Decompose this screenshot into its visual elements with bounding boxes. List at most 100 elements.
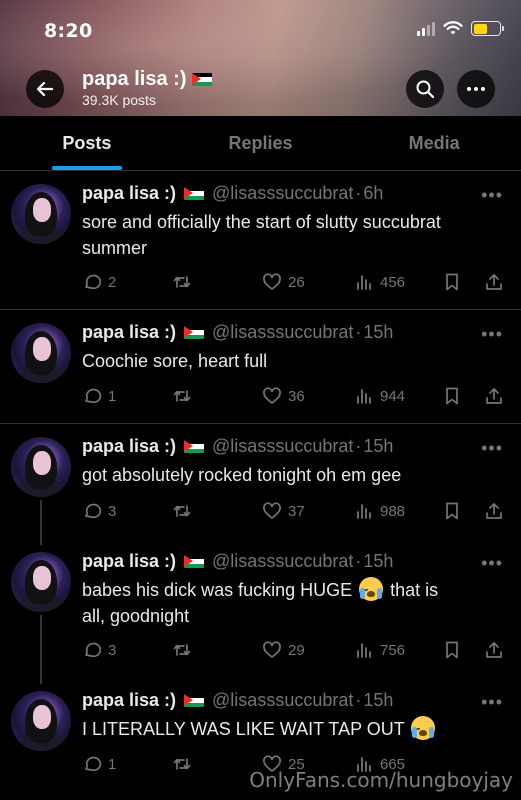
post-header: papa lisa :) @lisasssuccubrat · 15h: [82, 436, 394, 457]
like-button[interactable]: 29: [262, 640, 305, 660]
post-text: I LITERALLY WAS LIKE WAIT TAP OUT: [82, 716, 502, 742]
post-author-name[interactable]: papa lisa :): [82, 551, 176, 572]
avatar[interactable]: [11, 323, 71, 383]
like-button[interactable]: 36: [262, 386, 305, 406]
views-button[interactable]: 456: [354, 272, 405, 292]
like-button[interactable]: 37: [262, 501, 305, 521]
reply-button[interactable]: 2: [82, 272, 116, 292]
post-handle[interactable]: @lisasssuccubrat: [212, 322, 353, 343]
post-time[interactable]: 15h: [363, 690, 393, 711]
post-text-line: summer: [82, 238, 148, 258]
like-count: 36: [288, 387, 305, 405]
repost-button[interactable]: [172, 272, 198, 292]
post-more-icon[interactable]: •••: [481, 438, 503, 459]
status-bar: 8:20: [0, 0, 521, 58]
post-handle[interactable]: @lisasssuccubrat: [212, 436, 353, 457]
post-header: papa lisa :) @lisasssuccubrat · 6h: [82, 183, 384, 204]
post-text-line: babes his dick was fucking HUGE: [82, 580, 353, 600]
repost-button[interactable]: [172, 640, 198, 660]
repost-icon: [173, 276, 191, 288]
reply-button[interactable]: 1: [82, 754, 116, 774]
bookmark-icon: [446, 502, 458, 520]
battery-icon: [471, 21, 504, 36]
views-count: 944: [380, 387, 406, 405]
post-more-icon[interactable]: •••: [481, 324, 503, 345]
post-more-icon[interactable]: •••: [481, 553, 503, 574]
post-text-line: all, goodnight: [82, 606, 190, 626]
post-handle[interactable]: @lisasssuccubrat: [212, 551, 353, 572]
post-text: got absolutely rocked tonight oh em gee: [82, 462, 502, 488]
post-text: babes his dick was fucking HUGE that is …: [82, 577, 502, 629]
repost-icon: [173, 505, 191, 517]
post-time[interactable]: 15h: [363, 551, 393, 572]
repost-button[interactable]: [172, 501, 198, 521]
post-item[interactable]: papa lisa :) @lisasssuccubrat · 15h ••• …: [0, 539, 521, 684]
post-handle[interactable]: @lisasssuccubrat: [212, 183, 353, 204]
share-icon: [486, 388, 502, 404]
post-text-line: that is: [390, 580, 439, 600]
reply-count: 1: [108, 755, 117, 773]
repost-icon: [173, 758, 191, 770]
bookmark-button[interactable]: [442, 501, 462, 521]
post-author-name[interactable]: papa lisa :): [82, 436, 176, 457]
bookmark-icon: [446, 273, 458, 291]
views-icon: [357, 389, 371, 404]
like-icon: [263, 387, 281, 404]
tab-media[interactable]: Media: [347, 116, 521, 170]
post-text-line: I LITERALLY WAS LIKE WAIT TAP OUT: [82, 719, 405, 739]
avatar[interactable]: [11, 184, 71, 244]
like-icon: [263, 502, 281, 519]
bookmark-button[interactable]: [442, 272, 462, 292]
post-author-name[interactable]: papa lisa :): [82, 690, 176, 711]
post-handle[interactable]: @lisasssuccubrat: [212, 690, 353, 711]
like-icon: [263, 641, 281, 658]
avatar[interactable]: [11, 437, 71, 497]
wifi-icon: [443, 21, 463, 35]
search-button[interactable]: [406, 70, 444, 108]
flag-emoji-icon: [184, 440, 205, 453]
reply-button[interactable]: 1: [82, 386, 116, 406]
bookmark-button[interactable]: [442, 386, 462, 406]
post-item[interactable]: papa lisa :) @lisasssuccubrat · 6h ••• s…: [0, 171, 521, 310]
share-button[interactable]: [484, 386, 504, 406]
avatar[interactable]: [11, 691, 71, 751]
share-button[interactable]: [484, 272, 504, 292]
reply-icon: [85, 274, 102, 290]
profile-nav: papa lisa :) 39.3K posts: [0, 68, 521, 110]
share-button[interactable]: [484, 640, 504, 660]
tab-replies[interactable]: Replies: [174, 116, 348, 170]
bookmark-button[interactable]: [442, 640, 462, 660]
repost-button[interactable]: [172, 754, 198, 774]
post-author-name[interactable]: papa lisa :): [82, 183, 176, 204]
post-actions: 3 37 988: [82, 501, 502, 523]
profile-header: 8:20 papa lisa :) 39.3K posts: [0, 0, 521, 116]
watermark: OnlyFans.com/hungboyjay: [249, 768, 513, 792]
like-count: 29: [288, 641, 305, 659]
post-author-name[interactable]: papa lisa :): [82, 322, 176, 343]
thread-line: [40, 615, 42, 684]
post-more-icon[interactable]: •••: [481, 692, 503, 713]
post-item[interactable]: papa lisa :) @lisasssuccubrat · 15h ••• …: [0, 310, 521, 424]
profile-name-text: papa lisa :): [82, 68, 187, 90]
more-button[interactable]: [457, 70, 495, 108]
views-button[interactable]: 944: [354, 386, 405, 406]
share-button[interactable]: [484, 501, 504, 521]
crying-emoji-icon: [411, 716, 436, 740]
avatar[interactable]: [11, 552, 71, 612]
views-button[interactable]: 988: [354, 501, 405, 521]
repost-button[interactable]: [172, 386, 198, 406]
post-time[interactable]: 15h: [363, 322, 393, 343]
reply-button[interactable]: 3: [82, 501, 116, 521]
post-time[interactable]: 15h: [363, 436, 393, 457]
like-count: 37: [288, 502, 305, 520]
tab-posts[interactable]: Posts: [0, 116, 174, 170]
views-button[interactable]: 756: [354, 640, 405, 660]
like-button[interactable]: 26: [262, 272, 305, 292]
profile-post-count: 39.3K posts: [82, 92, 156, 108]
post-time[interactable]: 6h: [363, 183, 383, 204]
post-item[interactable]: papa lisa :) @lisasssuccubrat · 15h ••• …: [0, 424, 521, 545]
post-more-icon[interactable]: •••: [481, 185, 503, 206]
back-button[interactable]: [26, 70, 64, 108]
share-icon: [486, 503, 502, 519]
reply-button[interactable]: 3: [82, 640, 116, 660]
